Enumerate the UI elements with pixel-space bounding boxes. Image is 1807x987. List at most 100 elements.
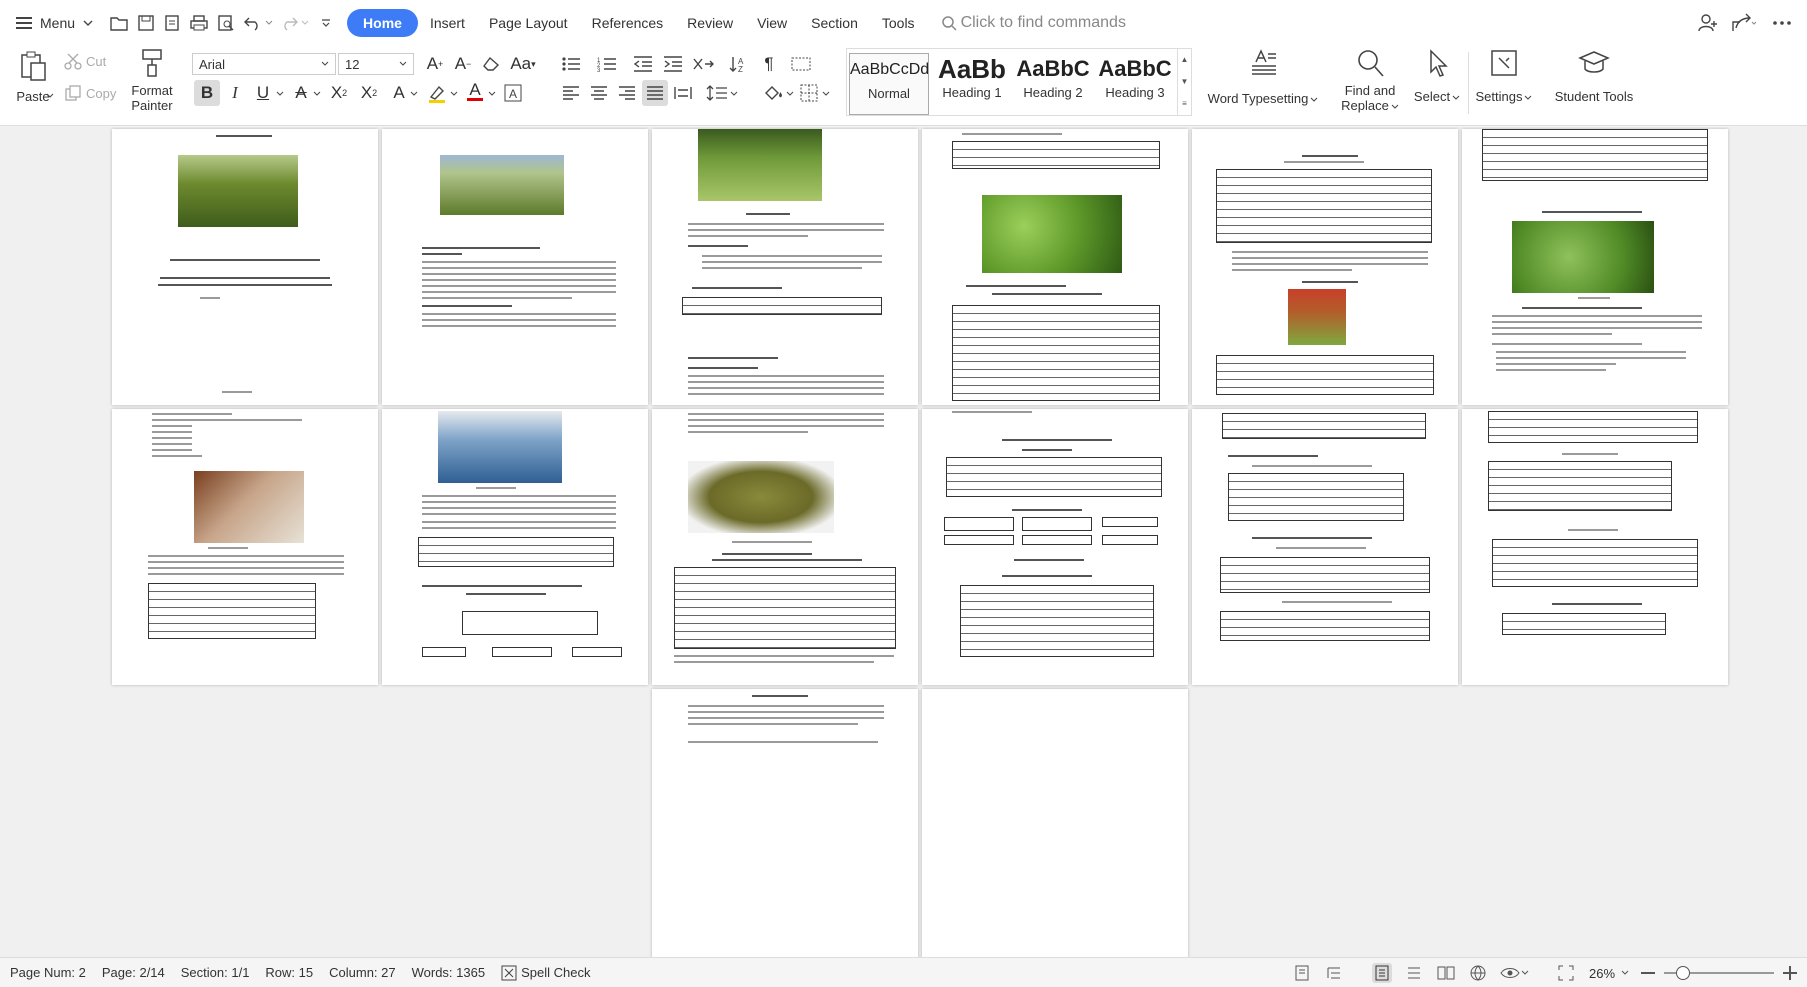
tab-references[interactable]: References xyxy=(580,9,676,37)
open-file-icon[interactable] xyxy=(109,14,129,32)
undo-icon[interactable] xyxy=(243,14,263,32)
page-view-icon[interactable] xyxy=(1372,963,1392,983)
find-replace-button[interactable]: Find and Replace xyxy=(1338,48,1402,113)
underline-dropdown-icon[interactable] xyxy=(276,91,284,97)
subscript-icon[interactable]: X2 xyxy=(356,80,382,106)
font-color-dropdown-icon[interactable] xyxy=(488,91,496,97)
page-thumbnail[interactable] xyxy=(652,689,918,957)
tab-page-layout[interactable]: Page Layout xyxy=(477,9,580,37)
increase-indent-icon[interactable] xyxy=(660,51,686,77)
menu-button[interactable]: Menu xyxy=(8,8,101,38)
decrease-font-size-icon[interactable]: A − xyxy=(450,51,476,77)
zoom-slider-handle[interactable] xyxy=(1676,966,1690,980)
paste-dropdown-icon[interactable] xyxy=(46,93,54,99)
page-thumbnail[interactable] xyxy=(1192,129,1458,405)
undo-dropdown-icon[interactable] xyxy=(265,20,273,26)
zoom-out-icon[interactable] xyxy=(1638,963,1658,983)
tab-home[interactable]: Home xyxy=(347,9,418,37)
status-words[interactable]: Words: 1365 xyxy=(404,965,493,980)
style-heading-2[interactable]: AaBbC Heading 2 xyxy=(1013,53,1093,115)
paragraph-mark-icon[interactable]: ¶ xyxy=(756,51,782,77)
highlight-dropdown-icon[interactable] xyxy=(450,91,458,97)
tab-view[interactable]: View xyxy=(745,9,799,37)
style-heading-1[interactable]: AaBb Heading 1 xyxy=(933,53,1011,115)
print-icon[interactable] xyxy=(189,14,209,32)
select-button[interactable]: Select xyxy=(1412,48,1462,104)
save-icon[interactable] xyxy=(137,14,155,32)
spell-check-button[interactable]: Spell Check xyxy=(493,965,598,981)
clear-formatting-icon[interactable] xyxy=(478,51,504,77)
style-normal[interactable]: AaBbCcDd Normal xyxy=(849,53,929,115)
tab-review[interactable]: Review xyxy=(675,9,745,37)
redo-icon[interactable] xyxy=(279,14,299,32)
align-center-icon[interactable] xyxy=(586,80,612,106)
strikethrough-icon[interactable]: A xyxy=(288,80,314,106)
list-view-icon[interactable] xyxy=(1404,963,1424,983)
style-gallery-scroll[interactable]: ▲ ▼ ≡ xyxy=(1177,49,1191,115)
italic-icon[interactable]: I xyxy=(222,80,248,106)
tab-tools[interactable]: Tools xyxy=(870,9,927,37)
zoom-dropdown-icon[interactable] xyxy=(1620,963,1630,983)
justify-icon[interactable] xyxy=(642,80,668,106)
bold-icon[interactable]: B xyxy=(194,80,220,106)
export-pdf-icon[interactable] xyxy=(163,14,181,32)
document-canvas[interactable] xyxy=(0,127,1807,957)
format-painter-button[interactable]: Format Painter xyxy=(124,48,180,113)
font-name-select[interactable]: Arial xyxy=(192,53,336,75)
style-heading-3[interactable]: AaBbC Heading 3 xyxy=(1095,53,1175,115)
page-thumbnail[interactable] xyxy=(652,409,918,685)
share-icon[interactable] xyxy=(1730,12,1756,34)
status-section[interactable]: Section: 1/1 xyxy=(173,965,258,980)
strikethrough-dropdown-icon[interactable] xyxy=(313,91,321,97)
borders-icon[interactable] xyxy=(796,80,822,106)
globe-icon[interactable] xyxy=(1468,963,1488,983)
page-thumbnail[interactable] xyxy=(1192,409,1458,685)
decrease-indent-icon[interactable] xyxy=(630,51,656,77)
command-search[interactable]: Click to find commands xyxy=(941,14,1126,32)
page-thumbnail[interactable] xyxy=(922,409,1188,685)
align-right-icon[interactable] xyxy=(614,80,640,106)
superscript-icon[interactable]: X2 xyxy=(326,80,352,106)
page-thumbnail[interactable] xyxy=(922,129,1188,405)
redo-dropdown-icon[interactable] xyxy=(301,20,309,26)
print-preview-icon[interactable] xyxy=(217,14,235,32)
page-thumbnail[interactable] xyxy=(1462,129,1728,405)
word-typesetting-button[interactable]: Word Typesetting xyxy=(1206,48,1320,106)
reading-mode-icon[interactable] xyxy=(1436,963,1456,983)
copy-button[interactable]: Copy xyxy=(64,84,116,102)
borders-dropdown-icon[interactable] xyxy=(822,91,830,97)
align-left-icon[interactable] xyxy=(558,80,584,106)
status-page-num[interactable]: Page Num: 2 xyxy=(2,965,94,980)
cut-button[interactable]: Cut xyxy=(64,52,106,70)
font-color-icon[interactable]: A xyxy=(462,78,488,104)
tab-section[interactable]: Section xyxy=(799,9,870,37)
status-page[interactable]: Page: 2/14 xyxy=(94,965,173,980)
text-direction-icon[interactable] xyxy=(690,51,716,77)
page-thumbnail[interactable] xyxy=(1462,409,1728,685)
web-layout-icon[interactable] xyxy=(1292,963,1312,983)
tab-insert[interactable]: Insert xyxy=(418,9,477,37)
paste-button[interactable]: Paste xyxy=(12,50,54,110)
shading-icon[interactable] xyxy=(760,80,786,106)
line-spacing-icon[interactable] xyxy=(704,80,730,106)
add-user-icon[interactable] xyxy=(1697,12,1719,34)
page-thumbnail[interactable] xyxy=(922,689,1188,957)
text-effects-dropdown-icon[interactable] xyxy=(410,91,418,97)
page-thumbnail[interactable] xyxy=(112,129,378,405)
sort-icon[interactable]: AZ xyxy=(726,51,752,77)
numbering-icon[interactable]: 123 xyxy=(594,51,620,77)
zoom-in-icon[interactable] xyxy=(1780,963,1800,983)
character-border-icon[interactable]: A xyxy=(500,80,526,106)
eye-protection-dropdown-icon[interactable] xyxy=(1520,963,1530,983)
eye-protection-icon[interactable] xyxy=(1500,963,1520,983)
shading-dropdown-icon[interactable] xyxy=(786,91,794,97)
increase-font-size-icon[interactable]: A + xyxy=(422,51,448,77)
page-thumbnail[interactable] xyxy=(382,129,648,405)
tab-stops-icon[interactable] xyxy=(788,51,814,77)
page-thumbnail[interactable] xyxy=(382,409,648,685)
more-options-icon[interactable] xyxy=(1772,14,1792,32)
highlight-icon[interactable] xyxy=(424,80,450,106)
customize-toolbar-icon[interactable] xyxy=(321,18,331,28)
status-column[interactable]: Column: 27 xyxy=(321,965,403,980)
page-thumbnail[interactable] xyxy=(112,409,378,685)
